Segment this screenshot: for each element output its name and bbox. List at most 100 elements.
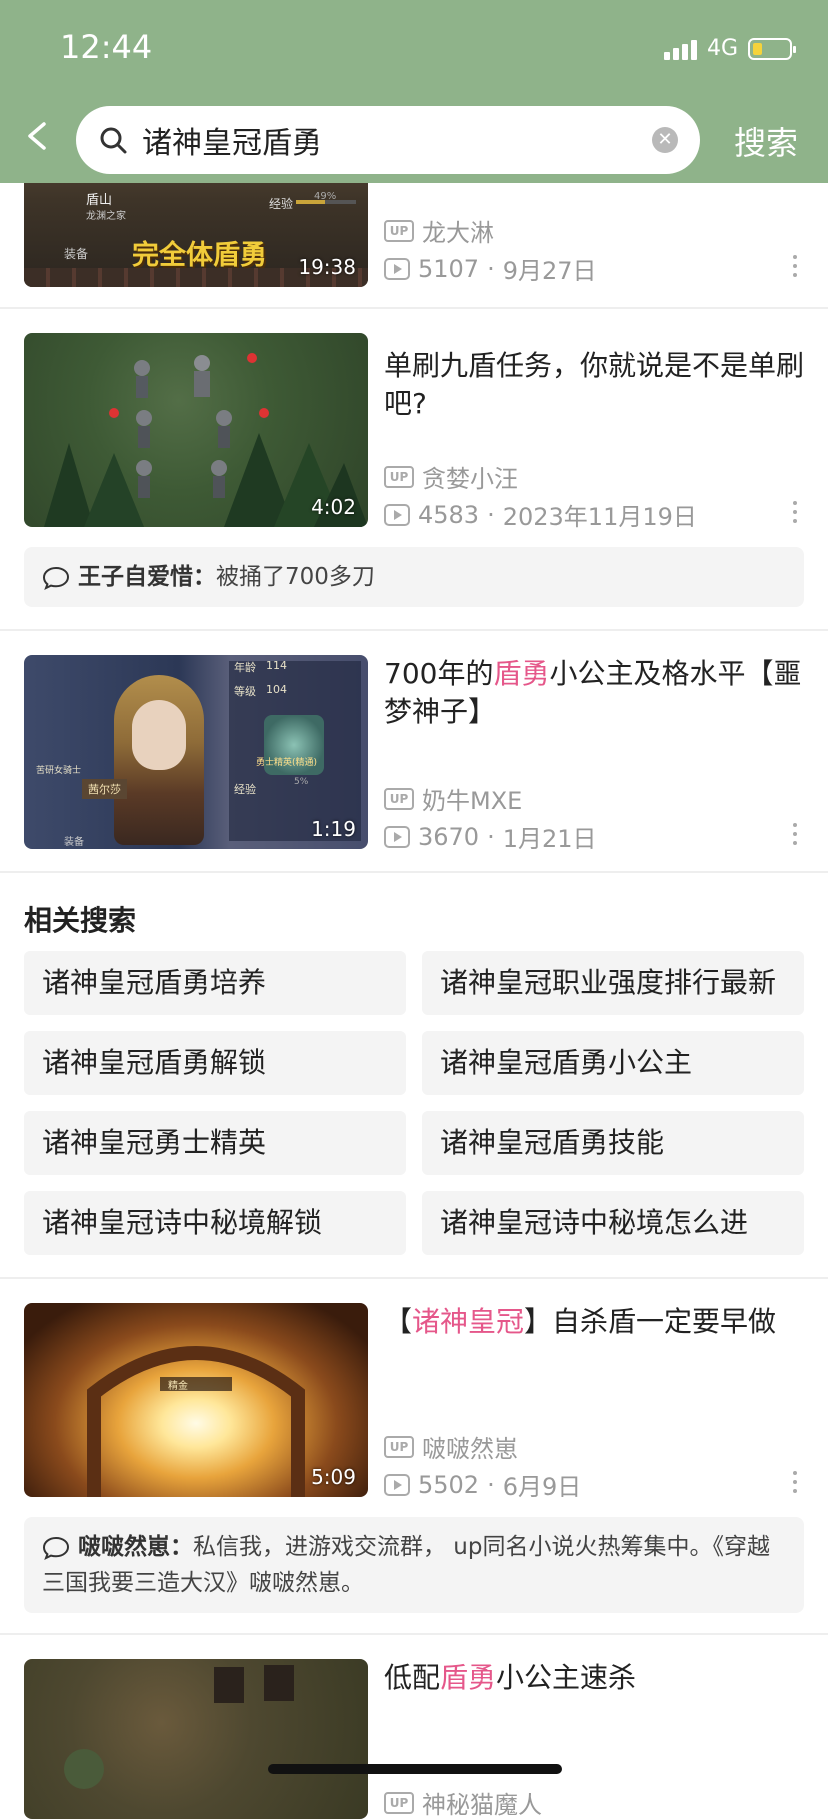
video-author[interactable]: 啵啵然崽: [422, 1429, 518, 1464]
video-stats-row: 5107 · 9月27日: [384, 251, 597, 286]
video-author-row: UP 贪婪小汪: [384, 459, 518, 494]
video-title[interactable]: 700年的盾勇小公主及格水平【噩梦神子】: [384, 655, 804, 731]
video-duration: 4:02: [311, 495, 356, 519]
video-title[interactable]: 【诸神皇冠】自杀盾一定要早做: [384, 1303, 804, 1341]
video-stats-row: 5502 · 6月9日: [384, 1467, 581, 1502]
play-count-icon: [384, 503, 410, 526]
video-views: 3670: [418, 822, 480, 851]
top-comment[interactable]: 王子自爱惜：被捅了700多刀: [24, 547, 804, 607]
divider: [0, 871, 828, 873]
thumb-label: 等级: [234, 685, 256, 698]
more-options-icon[interactable]: [792, 1471, 798, 1493]
search-icon: [100, 127, 127, 154]
video-item[interactable]: 年龄 114 等级 104 勇士精英(精通) 经验 5% 苦研女骑士 茜尔莎 装…: [0, 655, 828, 915]
play-count-icon: [384, 1473, 410, 1496]
related-search-chip[interactable]: 诸神皇冠职业强度排行最新: [422, 951, 804, 1015]
title-text: 】自杀盾一定要早做: [524, 1305, 777, 1338]
up-badge-icon: UP: [384, 465, 414, 488]
related-searches-title: 相关搜索: [24, 904, 137, 937]
thumb-label: 49%: [314, 191, 337, 202]
related-search-chip[interactable]: 诸神皇冠盾勇小公主: [422, 1031, 804, 1095]
comment-separator: ：: [193, 564, 216, 590]
more-options-icon[interactable]: [792, 823, 798, 845]
video-author[interactable]: 神秘猫魔人: [422, 1785, 542, 1820]
comment-icon: [42, 566, 70, 590]
divider: [0, 629, 828, 631]
video-author[interactable]: 奶牛MXE: [422, 781, 522, 816]
comment-author[interactable]: 王子自爱惜: [78, 564, 193, 590]
play-count-icon: [384, 257, 410, 280]
related-search-chip[interactable]: 诸神皇冠诗中秘境解锁: [24, 1191, 406, 1255]
video-item[interactable]: 低配盾勇小公主速杀 UP 神秘猫魔人: [0, 1659, 828, 1819]
video-stats-row: 4583 · 2023年11月19日: [384, 497, 697, 532]
thumb-overlay-title: 完全体盾勇: [132, 240, 267, 271]
stats-separator: ·: [487, 1470, 495, 1499]
related-search-chip[interactable]: 诸神皇冠盾勇技能: [422, 1111, 804, 1175]
video-thumbnail[interactable]: 年龄 114 等级 104 勇士精英(精通) 经验 5% 苦研女骑士 茜尔莎 装…: [24, 655, 368, 849]
video-stats-row: 3670 · 1月21日: [384, 819, 597, 854]
video-duration: 1:19: [311, 817, 356, 841]
divider: [0, 1277, 828, 1279]
stats-separator: ·: [487, 500, 495, 529]
video-item[interactable]: 盾山 龙渊之家 经验 49% 装备 完全体盾勇 19:38 UP 龙大淋 510…: [0, 93, 828, 305]
related-search-chip[interactable]: 诸神皇冠盾勇解锁: [24, 1031, 406, 1095]
thumb-label: 苦研女骑士: [36, 766, 82, 776]
video-author-row: UP 神秘猫魔人: [384, 1785, 542, 1820]
video-date: 6月9日: [502, 1473, 582, 1501]
video-date: 9月27日: [502, 257, 597, 285]
divider: [0, 1633, 828, 1635]
status-indicators: 4G: [663, 36, 796, 61]
stats-separator: ·: [487, 254, 495, 283]
play-count-icon: [384, 825, 410, 848]
title-highlight: 盾勇: [493, 657, 550, 690]
comment-separator: ：: [170, 1534, 193, 1560]
video-thumbnail[interactable]: 4:02: [24, 333, 368, 527]
title-text: 低配: [384, 1661, 441, 1694]
up-badge-icon: UP: [384, 787, 414, 810]
video-author[interactable]: 贪婪小汪: [422, 459, 518, 494]
thumb-label: 5%: [294, 777, 309, 787]
signal-icon: [663, 38, 697, 60]
up-badge-icon: UP: [384, 219, 414, 242]
status-time: 12:44: [60, 28, 153, 66]
comment-icon: [42, 1536, 70, 1560]
title-highlight: 诸神皇冠: [412, 1305, 525, 1338]
thumb-label: 龙渊之家: [86, 211, 126, 222]
back-icon[interactable]: [24, 122, 52, 150]
related-search-chip[interactable]: 诸神皇冠诗中秘境怎么进: [422, 1191, 804, 1255]
title-text: 【: [384, 1305, 413, 1338]
title-text: 单刷九盾任务，你就说是不是单刷吧?: [384, 349, 805, 420]
video-title[interactable]: 低配盾勇小公主速杀: [384, 1659, 804, 1697]
comment-text: 被捅了700多刀: [216, 564, 375, 590]
search-input[interactable]: 诸神皇冠盾勇 ✕: [76, 106, 700, 174]
video-views: 5107: [418, 254, 480, 283]
video-thumbnail[interactable]: [24, 1659, 368, 1819]
video-duration: 5:09: [311, 1465, 356, 1489]
title-highlight: 盾勇: [440, 1661, 497, 1694]
clear-icon[interactable]: ✕: [652, 127, 678, 153]
video-thumbnail[interactable]: 精金 5:09: [24, 1303, 368, 1497]
related-search-chip[interactable]: 诸神皇冠盾勇培养: [24, 951, 406, 1015]
thumb-label: 茜尔莎: [82, 779, 127, 799]
video-views: 5502: [418, 1470, 480, 1499]
video-author[interactable]: 龙大淋: [422, 213, 494, 248]
video-author-row: UP 奶牛MXE: [384, 781, 522, 816]
related-search-chip[interactable]: 诸神皇冠勇士精英: [24, 1111, 406, 1175]
video-duration: 19:38: [298, 255, 356, 279]
stats-separator: ·: [487, 822, 495, 851]
home-indicator[interactable]: [268, 1764, 562, 1774]
title-text: 小公主速杀: [496, 1661, 637, 1694]
more-options-icon[interactable]: [792, 501, 798, 523]
up-badge-icon: UP: [384, 1435, 414, 1458]
thumb-label: 勇士精英(精通): [256, 758, 318, 768]
video-author-row: UP 啵啵然崽: [384, 1429, 518, 1464]
video-date: 2023年11月19日: [502, 503, 697, 531]
comment-author[interactable]: 啵啵然崽: [78, 1534, 170, 1560]
more-options-icon[interactable]: [792, 255, 798, 277]
title-text: 700年的: [384, 657, 494, 690]
video-title[interactable]: 单刷九盾任务，你就说是不是单刷吧?: [384, 347, 804, 423]
search-button[interactable]: 搜索: [734, 118, 798, 164]
top-comment[interactable]: 啵啵然崽：私信我，进游戏交流群， up同名小说火热筹集中。《穿越三国我要三造大汉…: [24, 1517, 804, 1613]
thumb-label: 114: [266, 659, 287, 672]
thumb-label: 装备: [64, 247, 89, 261]
